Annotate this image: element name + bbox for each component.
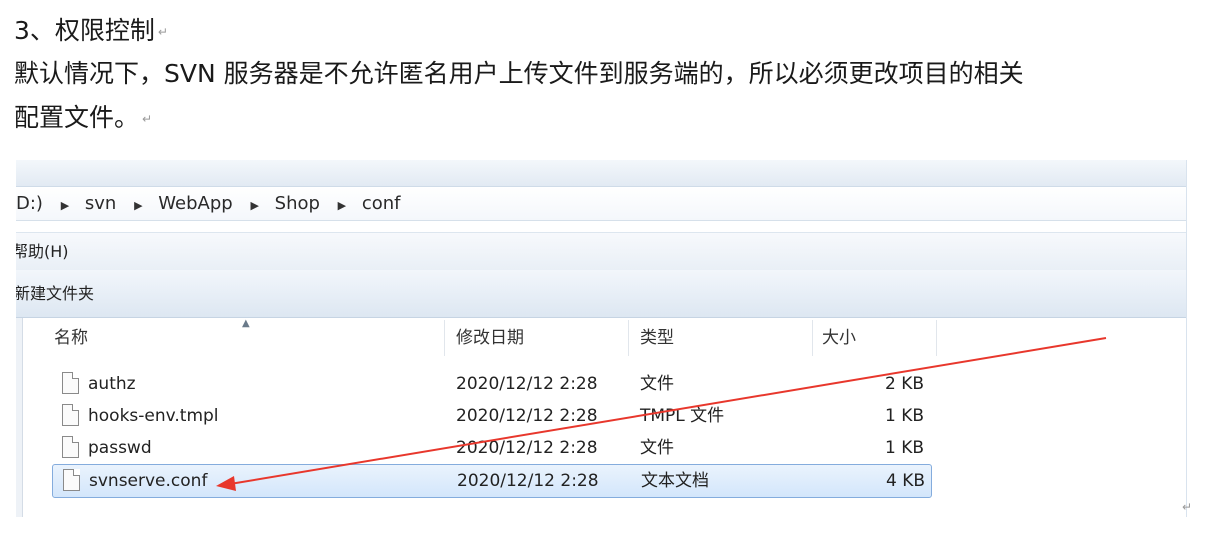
paragraph-mark: ↵ [1182, 500, 1193, 514]
paragraph-line-2: 配置文件。 ↵ [14, 103, 153, 132]
section-heading: 3、权限控制 ↵ [14, 16, 168, 45]
paragraph-mark: ↵ [157, 25, 168, 39]
paragraph-mark: ↵ [142, 112, 153, 126]
arrow-line [229, 337, 1107, 485]
arrow-head [216, 476, 236, 491]
explorer-screenshot: D:) ▶ svn ▶ WebApp ▶ Shop ▶ conf 帮助(H) 新… [16, 160, 1187, 517]
paragraph-line-1: 默认情况下，SVN 服务器是不允许匿名用户上传文件到服务端的，所以必须更改项目的… [14, 59, 1024, 88]
annotation-arrow [216, 337, 1107, 491]
